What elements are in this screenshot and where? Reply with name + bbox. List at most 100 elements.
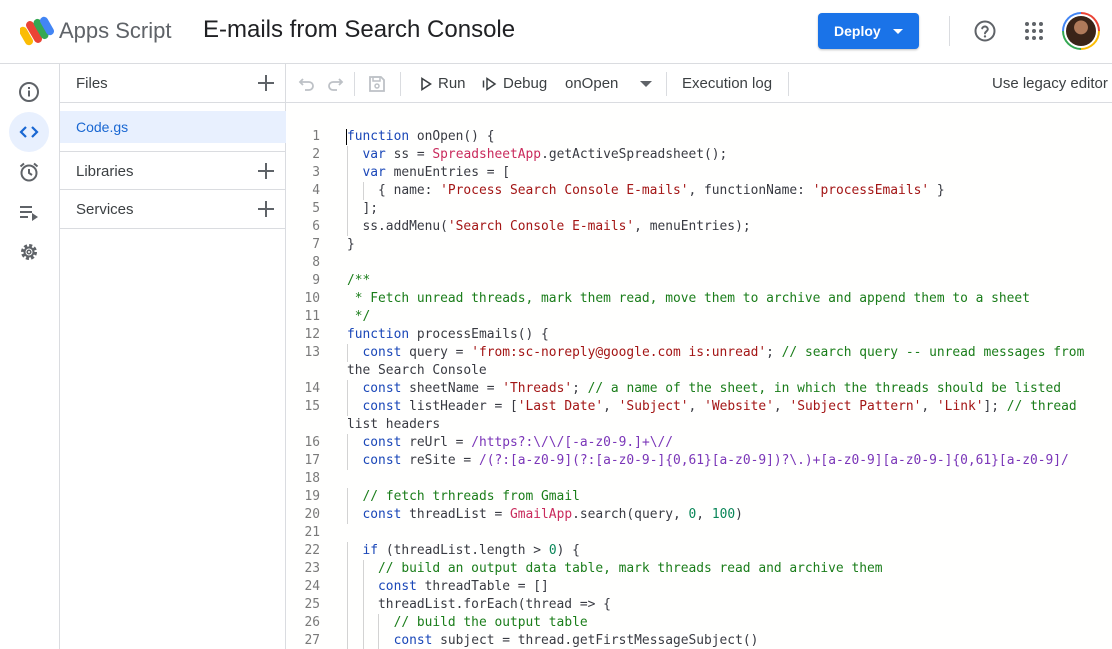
save-button[interactable] [368,64,386,103]
triggers-button[interactable] [9,152,49,192]
code-text: if (threadList.length > 0) { [362,543,580,558]
line-number: 4 [312,183,320,198]
code-line[interactable]: 7} [287,236,1112,254]
deploy-button[interactable]: Deploy [818,13,919,49]
add-file-icon[interactable] [256,73,276,93]
avatar[interactable] [1062,12,1100,50]
google-apps-icon[interactable] [1024,21,1044,41]
text-cursor [346,129,347,145]
code-line[interactable]: 22 if (threadList.length > 0) { [287,542,1112,560]
code-text: // fetch trhreads from Gmail [362,489,580,504]
code-line[interactable]: 20 const threadList = GmailApp.search(qu… [287,506,1112,524]
top-header: Apps Script E-mails from Search Console … [0,0,1112,64]
code-line[interactable]: 6 ss.addMenu('Search Console E-mails', m… [287,218,1112,236]
code-line[interactable]: 5 ]; [287,200,1112,218]
editor-button[interactable] [9,112,49,152]
code-text: var ss = SpreadsheetApp.getActiveSpreads… [362,147,728,162]
code-line[interactable]: 1 function onOpen() { [287,128,1112,146]
redo-button[interactable] [326,64,344,103]
execution-log-button[interactable]: Execution log [682,64,772,103]
code-text: function onOpen() { [347,129,495,144]
code-line[interactable]: 25 threadList.forEach(thread => { [287,596,1112,614]
file-item-code-gs[interactable]: Code.gs [60,111,286,143]
code-line[interactable]: 24 const threadTable = [] [287,578,1112,596]
line-number: 26 [304,615,320,630]
line-number: 1 [312,129,320,144]
files-section-header: Files [60,64,286,103]
code-text: // build the output table [393,615,588,630]
code-line-wrap: list headers [347,417,441,432]
code-line[interactable]: 14 const sheetName = 'Threads'; // a nam… [287,380,1112,398]
code-line[interactable]: 11 */ [287,308,1112,326]
line-number: 20 [304,507,320,522]
execution-log-label: Execution log [682,75,773,92]
code-text: const threadList = GmailApp.search(query… [362,507,743,522]
alarm-clock-icon [19,162,39,182]
save-icon [369,75,385,92]
chevron-down-icon [893,29,903,34]
line-number: 14 [304,381,320,396]
code-line[interactable]: 21 [287,524,1112,542]
line-number: 27 [304,633,320,648]
executions-button[interactable] [9,192,49,232]
code-text: */ [347,309,371,324]
code-line[interactable]: 9 /** [287,272,1112,290]
code-line[interactable]: 17 const reSite = /(?:[a-z0-9](?:[a-z0-9… [287,452,1112,470]
deploy-label: Deploy [834,23,881,39]
brand-name[interactable]: Apps Script [59,18,172,44]
add-library-icon[interactable] [256,161,276,181]
executions-list-icon [20,206,38,221]
function-selector[interactable]: onOpen [565,64,653,103]
code-line[interactable]: 13 const query = 'from:sc-noreply@google… [287,344,1112,362]
code-text: const subject = thread.getFirstMessageSu… [393,633,759,648]
code-line[interactable]: 10 * Fetch unread threads, mark them rea… [287,290,1112,308]
code-line[interactable]: 16 const reUrl = /https?:\/\/[-a-z0-9.]+… [287,434,1112,452]
code-text: ss.addMenu('Search Console E-mails', men… [347,219,751,234]
line-number: 6 [312,219,320,234]
code-line[interactable]: 3 var menuEntries = [ [287,164,1112,182]
debug-button[interactable]: Debug [482,64,547,103]
code-text: const threadTable = [] [378,579,549,594]
line-number: 5 [312,201,320,216]
help-icon[interactable] [973,19,997,43]
project-title[interactable]: E-mails from Search Console [203,16,515,44]
code-text: ]; [347,201,379,216]
overview-button[interactable] [9,72,49,112]
code-line[interactable]: 27 const subject = thread.getFirstMessag… [287,632,1112,649]
code-line[interactable]: 15 const listHeader = ['Last Date', 'Sub… [287,398,1112,416]
code-line[interactable]: 12 function processEmails() { [287,326,1112,344]
code-line[interactable]: 2 var ss = SpreadsheetApp.getActiveSprea… [287,146,1112,164]
code-line[interactable]: 4 { name: 'Process Search Console E-mail… [287,182,1112,200]
line-number: 11 [304,309,320,324]
undo-icon [298,77,314,91]
file-name: Code.gs [76,119,129,135]
code-line[interactable]: 8 [287,254,1112,272]
add-service-icon[interactable] [256,199,276,219]
use-legacy-editor-button[interactable]: Use legacy editor [992,64,1108,103]
code-line[interactable]: 26 // build the output table [287,614,1112,632]
code-text: const reUrl = /https?:\/\/[-a-z0-9.]+\// [362,435,673,450]
line-number: 13 [304,345,320,360]
line-number: 23 [304,561,320,576]
play-icon [421,76,432,91]
settings-button[interactable] [9,232,49,272]
line-number: 16 [304,435,320,450]
code-line[interactable]: 18 [287,470,1112,488]
run-button[interactable]: Run [420,64,466,103]
header-divider [949,16,950,46]
libraries-section-header: Libraries [60,151,286,190]
files-panel: Files Code.gs Libraries Services [60,64,286,649]
apps-script-logo-icon[interactable] [20,14,54,48]
code-text: /** [347,273,371,288]
line-number: 3 [312,165,320,180]
code-editor[interactable]: 1 function onOpen() { 2 var ss = Spreadshe… [287,104,1112,649]
line-number: 7 [312,237,320,252]
line-number: 24 [304,579,320,594]
run-label: Run [438,75,466,92]
code-text: { name: 'Process Search Console E-mails'… [347,183,945,198]
code-line[interactable]: 23 // build an output data table, mark t… [287,560,1112,578]
code-line[interactable]: 19 // fetch trhreads from Gmail [287,488,1112,506]
debug-icon [482,76,497,91]
debug-label: Debug [503,75,548,92]
undo-button[interactable] [298,64,316,103]
